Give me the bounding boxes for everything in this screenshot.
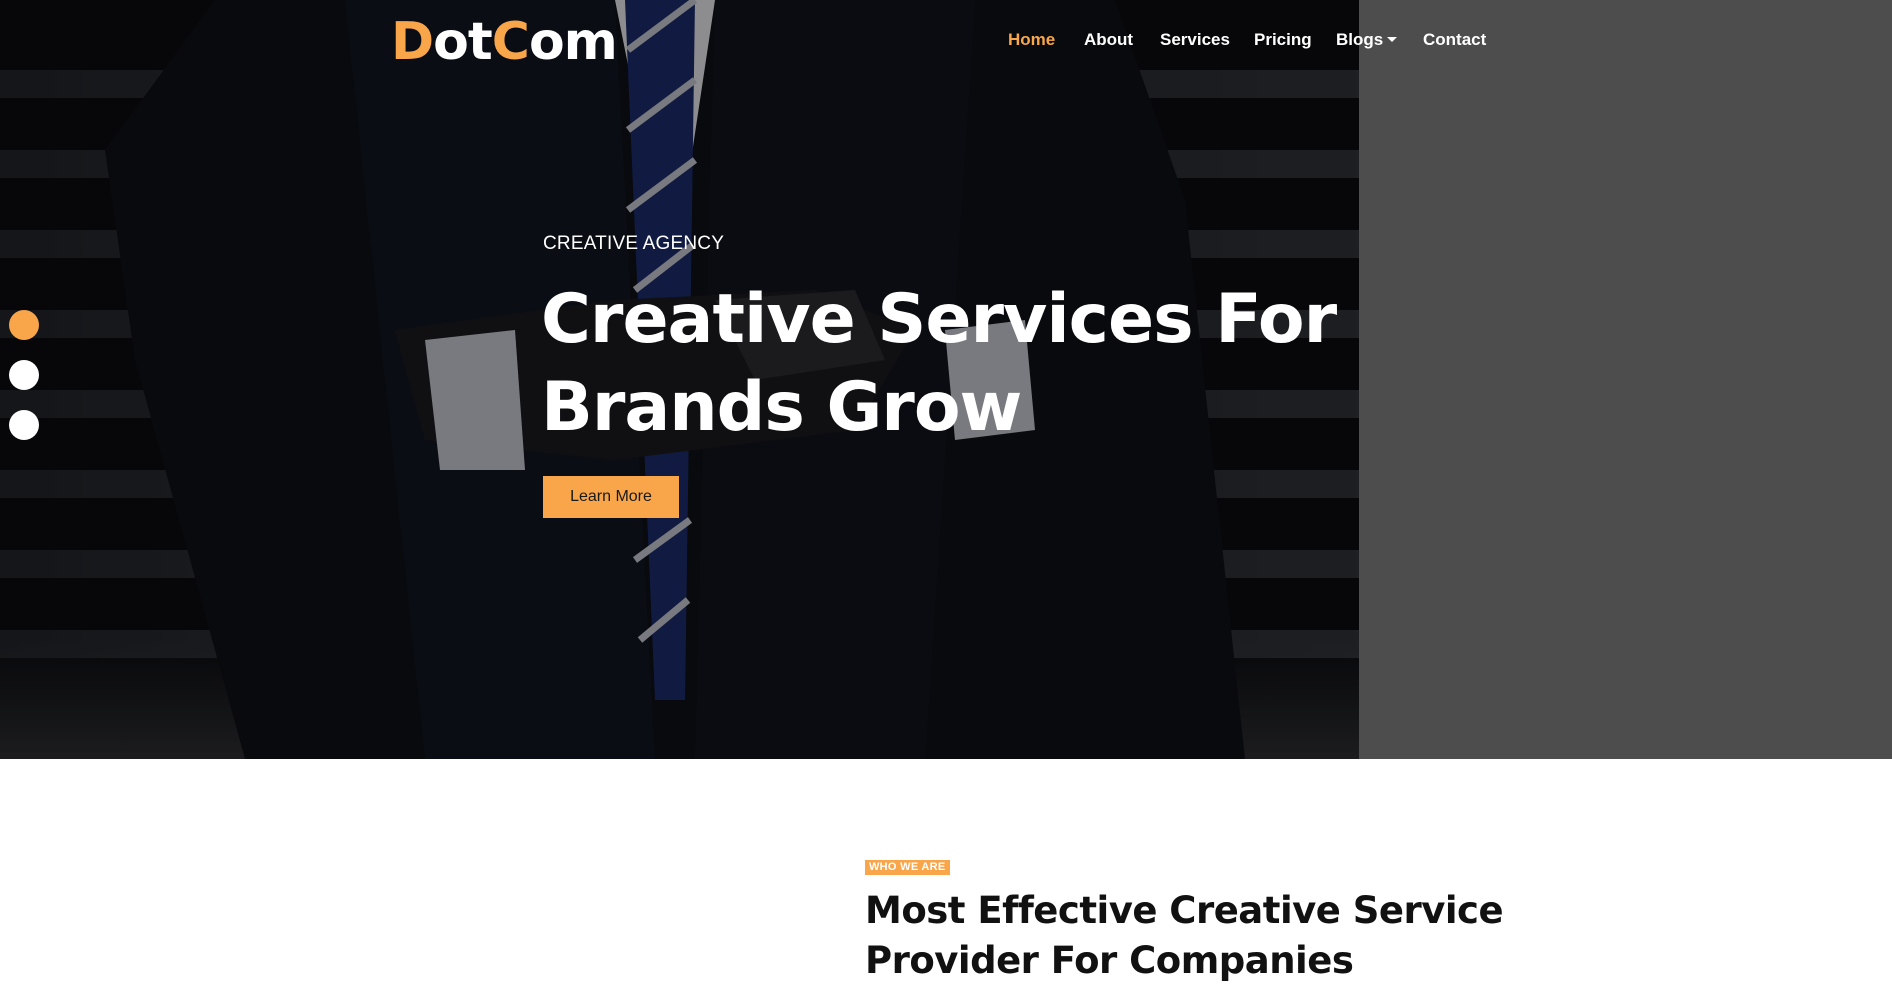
hero-headline-line-1: Creative Services For: [541, 280, 1337, 359]
slide-dot-3[interactable]: [9, 410, 39, 440]
nav-about-link[interactable]: About: [1084, 28, 1133, 52]
hero-headline-line-2: Brands Grow: [541, 368, 1022, 447]
about-section-title: Most Effective Creative Service Provider…: [865, 886, 1665, 986]
hero-kicker: CREATIVE AGENCY: [543, 233, 725, 254]
about-title-line-2: Provider For Companies: [865, 939, 1354, 982]
caret-down-icon: [1387, 37, 1398, 42]
dotcom-logo[interactable]: DotCom: [391, 10, 618, 74]
hero-headline: Creative Services For Brands Grow: [541, 276, 1361, 452]
nav-blogs-dropdown[interactable]: Blogs: [1336, 28, 1398, 52]
slide-dot-2[interactable]: [9, 360, 39, 390]
about-title-line-1: Most Effective Creative Service: [865, 889, 1504, 932]
nav-pricing-link[interactable]: Pricing: [1254, 28, 1312, 52]
slide-dot-1[interactable]: [9, 310, 39, 340]
nav-contact-link[interactable]: Contact: [1423, 28, 1486, 52]
section-tag: WHO WE ARE: [865, 860, 950, 875]
learn-more-button[interactable]: Learn More: [543, 476, 679, 518]
nav-home-link[interactable]: Home: [1008, 28, 1055, 52]
nav-services-link[interactable]: Services: [1160, 28, 1230, 52]
hero-section: DotCom Home About Services Pricing Blogs…: [0, 0, 1892, 759]
nav-blogs-label: Blogs: [1336, 30, 1384, 49]
